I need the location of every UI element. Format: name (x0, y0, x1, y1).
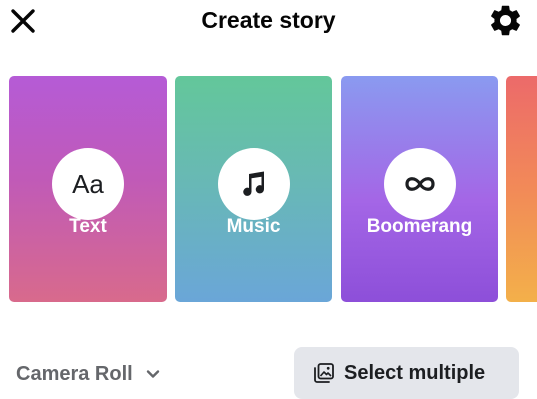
chevron-down-icon (146, 370, 159, 378)
story-card-label: Text (69, 216, 107, 237)
text-aa-icon: Aa (72, 169, 104, 199)
icon-circle (383, 148, 456, 220)
gear-icon (491, 5, 520, 36)
icon-circle: Aa (52, 148, 124, 220)
settings-button[interactable] (487, 2, 524, 39)
camera-roll-label: Camera Roll (16, 362, 133, 385)
page-title: Create story (201, 7, 336, 33)
story-card-boomerang[interactable]: Boomerang (341, 76, 498, 302)
story-card-text[interactable]: Aa Text (9, 76, 167, 302)
story-card-partial[interactable] (506, 76, 537, 302)
story-card-music[interactable]: Music (175, 76, 332, 302)
multiple-photos-icon (314, 363, 334, 383)
select-multiple-label: Select multiple (344, 361, 486, 384)
select-multiple-button[interactable]: Select multiple (294, 347, 519, 399)
story-type-carousel: Aa Text Music Boomerang (0, 76, 537, 302)
camera-roll-dropdown[interactable]: Camera Roll (16, 360, 161, 388)
icon-circle (217, 148, 290, 220)
story-card-label: Music (226, 216, 281, 237)
header: Create story (0, 0, 537, 42)
infinity-icon (404, 177, 435, 191)
story-card-label: Boomerang (366, 216, 473, 237)
music-note-icon (242, 171, 264, 196)
